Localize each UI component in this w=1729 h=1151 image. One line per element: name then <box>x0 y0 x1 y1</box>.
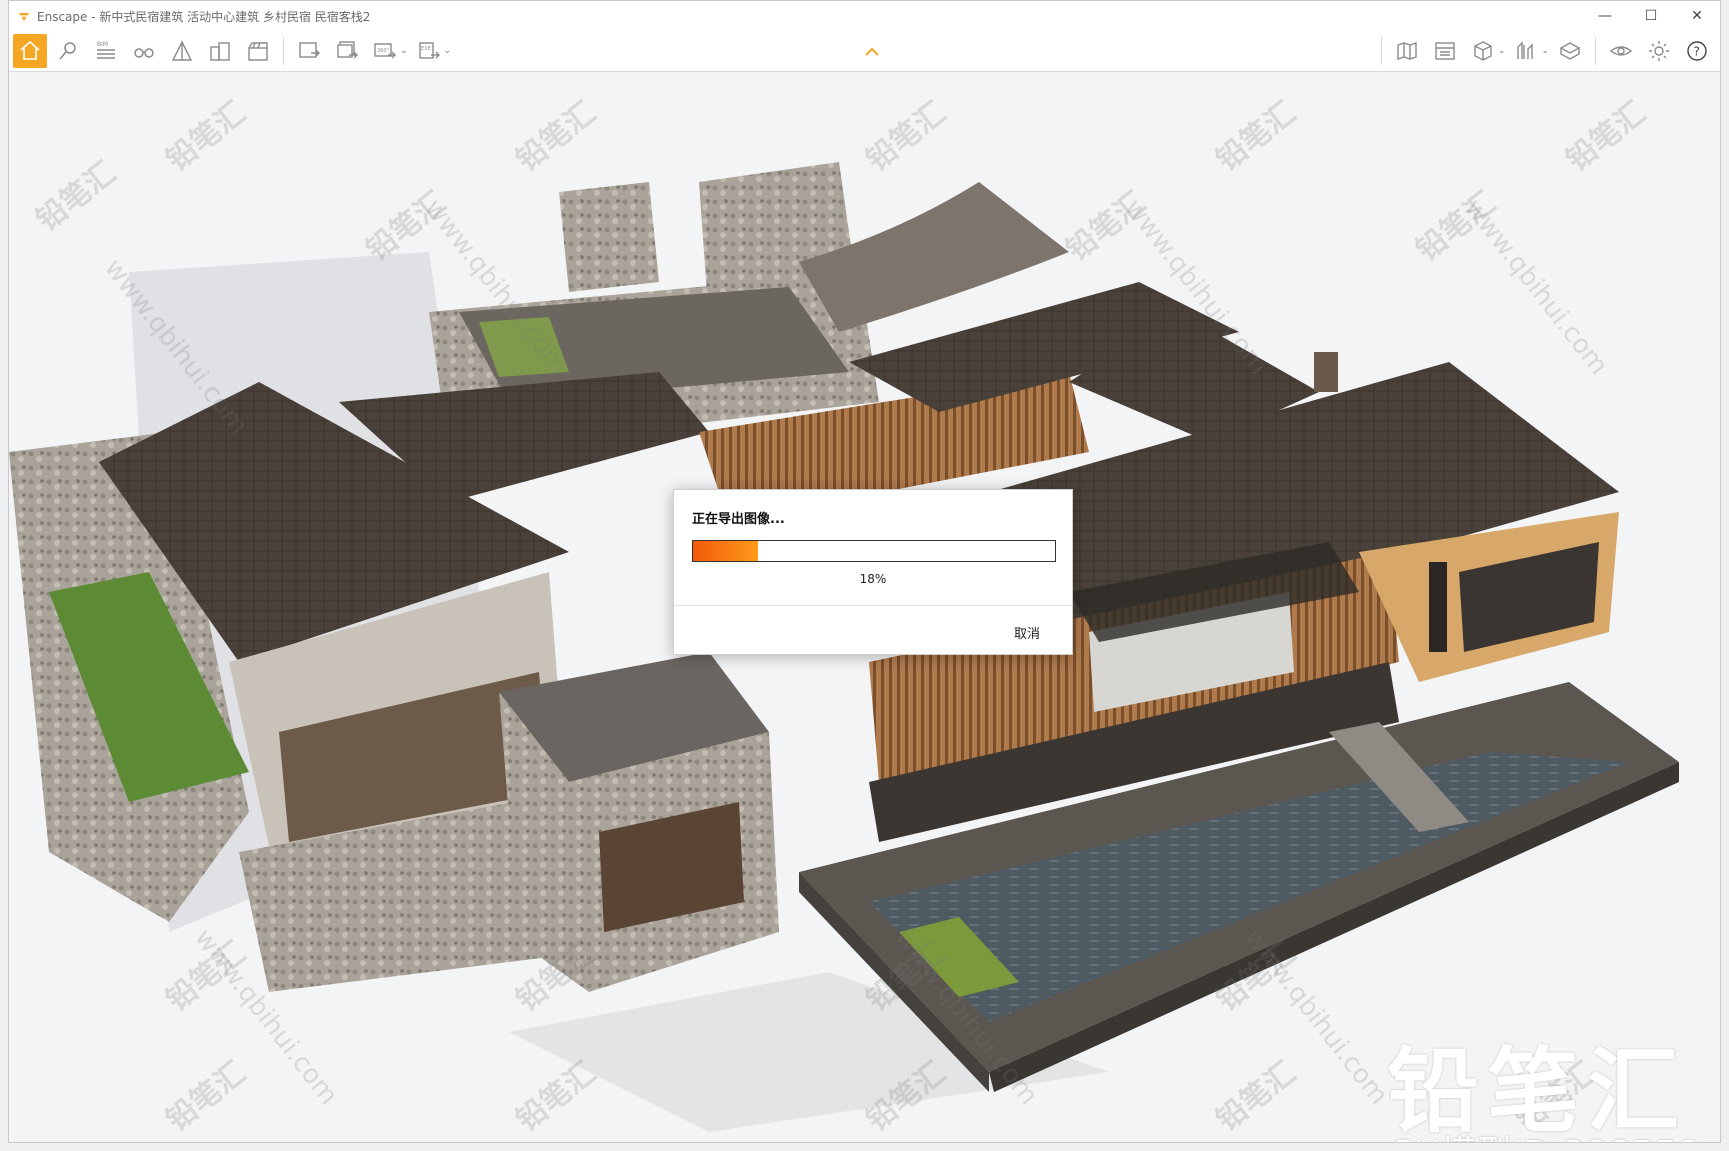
perspective-icon <box>171 40 193 61</box>
export-360-button[interactable]: 360° <box>368 34 402 68</box>
home-icon <box>20 40 40 60</box>
bim-button[interactable]: BIM <box>89 34 123 68</box>
toolbar-separator <box>1380 37 1382 65</box>
settings-button[interactable] <box>1642 34 1676 68</box>
export-exe-button[interactable]: EXE <box>412 34 446 68</box>
export-screenshot-icon <box>299 42 320 58</box>
main-toolbar: BIM 360° ⌄ EXE ⌄ ⌄ ⌄ ? <box>9 31 1720 72</box>
location-pin-button[interactable] <box>51 34 85 68</box>
asset-library-icon <box>1517 41 1534 59</box>
toolbar-left-group: BIM 360° ⌄ EXE ⌄ <box>11 31 453 71</box>
bim-label: BIM <box>97 41 108 48</box>
export-exe-icon: EXE <box>418 42 440 59</box>
map-icon <box>1397 42 1417 60</box>
map-button[interactable] <box>1390 34 1424 68</box>
help-button[interactable]: ? <box>1680 34 1714 68</box>
buildings-icon <box>210 42 230 61</box>
back-stone-tower <box>559 182 659 292</box>
material-button[interactable] <box>1553 34 1587 68</box>
enscape-logo-icon <box>19 13 29 21</box>
clapperboard-button[interactable] <box>241 34 275 68</box>
location-pin-icon <box>59 42 76 60</box>
clapperboard-icon <box>248 42 268 61</box>
dialog-title: 正在导出图像... <box>692 512 785 527</box>
progress-percent: 18% <box>859 572 887 586</box>
batch-render-icon <box>337 41 358 59</box>
asset-library-button[interactable] <box>1509 34 1543 68</box>
close-button[interactable]: ✕ <box>1674 1 1720 31</box>
progress-bar <box>692 540 1056 562</box>
enscape-window: Enscape - 新中式民宿建筑 活动中心建筑 乡村民宿 民宿客栈2 — ☐ … <box>8 0 1721 1143</box>
maximize-button[interactable]: ☐ <box>1628 1 1674 31</box>
help-label: ? <box>1694 45 1700 59</box>
bim-icon: BIM <box>97 41 115 59</box>
panel-button[interactable] <box>1428 34 1462 68</box>
visibility-button[interactable] <box>1604 34 1638 68</box>
export-360-label: 360° <box>377 48 390 54</box>
title-bar: Enscape - 新中式民宿建筑 活动中心建筑 乡村民宿 民宿客栈2 — ☐ … <box>9 1 1720 31</box>
toolbar-right-group: ⌄ ⌄ ? <box>1375 31 1716 71</box>
binoculars-icon <box>134 48 154 58</box>
progress-fill <box>693 541 759 561</box>
cube-button[interactable] <box>1466 34 1500 68</box>
buildings-button[interactable] <box>203 34 237 68</box>
export-screenshot-button[interactable] <box>292 34 326 68</box>
toolbar-separator <box>283 37 284 65</box>
watermark-model-id: SU模型ID:398558 <box>1391 1125 1700 1142</box>
window-controls: — ☐ ✕ <box>1582 1 1720 31</box>
window-title: Enscape - 新中式民宿建筑 活动中心建筑 乡村民宿 民宿客栈2 <box>37 9 371 24</box>
material-icon <box>1559 42 1581 60</box>
binoculars-button[interactable] <box>127 34 161 68</box>
chevron-up-icon[interactable] <box>864 45 880 57</box>
toolbar-separator <box>1595 37 1596 65</box>
export-progress-dialog: 正在导出图像... 18% 取消 <box>673 489 1073 655</box>
panel-icon <box>1435 42 1455 60</box>
batch-render-button[interactable] <box>330 34 364 68</box>
cube-icon <box>1474 41 1492 61</box>
settings-icon <box>1649 41 1669 61</box>
export-360-icon: 360° <box>374 43 396 59</box>
cancel-button[interactable]: 取消 <box>1014 623 1040 642</box>
export-exe-label: EXE <box>421 46 431 52</box>
home-button[interactable] <box>13 34 47 68</box>
dialog-divider <box>674 605 1072 606</box>
help-icon: ? <box>1687 41 1707 61</box>
perspective-button[interactable] <box>165 34 199 68</box>
visibility-icon <box>1609 46 1633 56</box>
minimize-button[interactable]: — <box>1582 1 1628 31</box>
